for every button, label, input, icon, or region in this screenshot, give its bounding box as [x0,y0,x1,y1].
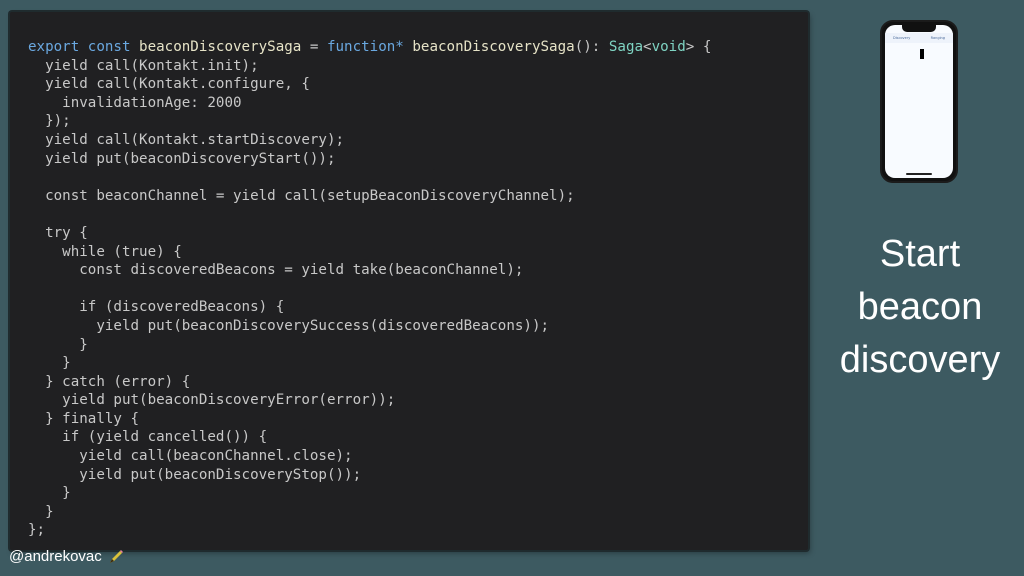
caption-line-3: discovery [839,339,1001,381]
code-token: const beaconChannel = yield call(setupBe… [28,187,575,204]
code-line: yield call(Kontakt.configure, { [28,75,711,94]
code-token: try { [28,224,88,241]
code-token: if (discoveredBeacons) { [28,299,285,316]
code-token: = [301,39,327,55]
code-line: yield put(beaconDiscoverySuccess(discove… [28,317,711,336]
code-token: while (true) { [28,243,182,260]
code-token: yield call(Kontakt.configure, { [28,76,310,93]
code-token: } catch (error) { [28,373,191,390]
code-slide-panel: export const beaconDiscoverySaga = funct… [10,12,808,550]
home-indicator [906,173,932,175]
author-handle: @andrekovac [9,548,102,565]
code-token: } [28,503,54,520]
code-token: } [28,485,71,502]
code-line: yield call(Kontakt.init); [28,57,711,76]
code-token: Saga [608,39,644,55]
code-line: try { [28,224,711,243]
pen-icon [108,549,124,565]
code-line: invalidationAge: 2000 [28,94,711,113]
code-token: beaconDiscoverySaga [403,39,575,55]
code-line: } [28,503,711,522]
code-line: } [28,484,711,503]
code-token: yield call(Kontakt.startDiscovery); [28,131,345,148]
code-line: yield call(Kontakt.startDiscovery); [28,131,711,150]
phone-mockup: Discovery Ranging [880,20,958,183]
phone-header-left: Discovery [893,36,911,40]
code-line: while (true) { [28,243,711,262]
caption-line-1: Start [879,233,961,275]
code-token: }; [28,522,46,539]
code-token: < [643,39,652,55]
code-line: yield put(beaconDiscoveryError(error)); [28,391,711,410]
code-token: beaconDiscoverySaga [139,39,302,55]
code-line: const discoveredBeacons = yield take(bea… [28,261,711,280]
code-token: const discoveredBeacons = yield take(bea… [28,262,524,279]
code-token: if (yield cancelled()) { [28,429,268,446]
code-line: yield call(beaconChannel.close); [28,447,711,466]
code-line: }); [28,112,711,131]
footer: @andrekovac [9,548,124,565]
code-token: } finally { [28,410,140,427]
code-token: yield put(beaconDiscoverySuccess(discove… [28,317,550,334]
code-line: const beaconChannel = yield call(setupBe… [28,187,711,206]
code-line: } catch (error) { [28,373,711,392]
code-line: } [28,354,711,373]
code-token: }); [28,113,71,130]
code-token: yield put(beaconDiscoveryStart()); [28,150,336,167]
code-line: if (discoveredBeacons) { [28,298,711,317]
code-token: yield put(beaconDiscoveryError(error)); [28,392,396,409]
code-token: > { [685,39,712,55]
text-cursor [920,49,924,59]
code-token: yield put(beaconDiscoveryStop()); [28,466,362,483]
code-token: void [651,39,686,55]
code-line: }; [28,521,711,540]
code-token: (): [574,39,609,55]
code-block: export const beaconDiscoverySaga = funct… [28,38,711,540]
code-line: } finally { [28,410,711,429]
code-line: } [28,336,711,355]
phone-notch [902,25,936,32]
code-line: yield put(beaconDiscoveryStart()); [28,150,711,169]
phone-app-header: Discovery Ranging [885,33,953,43]
code-token: yield call(beaconChannel.close); [28,448,353,465]
code-token: yield call(Kontakt.init); [28,57,259,74]
code-token: } [28,355,71,372]
phone-screen: Discovery Ranging [885,25,953,178]
slide-caption: Start beacon discovery [820,228,1020,387]
phone-header-right: Ranging [930,36,945,40]
code-line: yield put(beaconDiscoveryStop()); [28,466,711,485]
code-token: export const [28,39,140,55]
code-token: function* [326,39,404,55]
code-token: } [28,336,88,353]
caption-line-2: beacon [857,286,983,328]
code-token: invalidationAge: 2000 [28,94,242,111]
code-line: if (yield cancelled()) { [28,428,711,447]
code-line: export const beaconDiscoverySaga = funct… [28,38,711,57]
